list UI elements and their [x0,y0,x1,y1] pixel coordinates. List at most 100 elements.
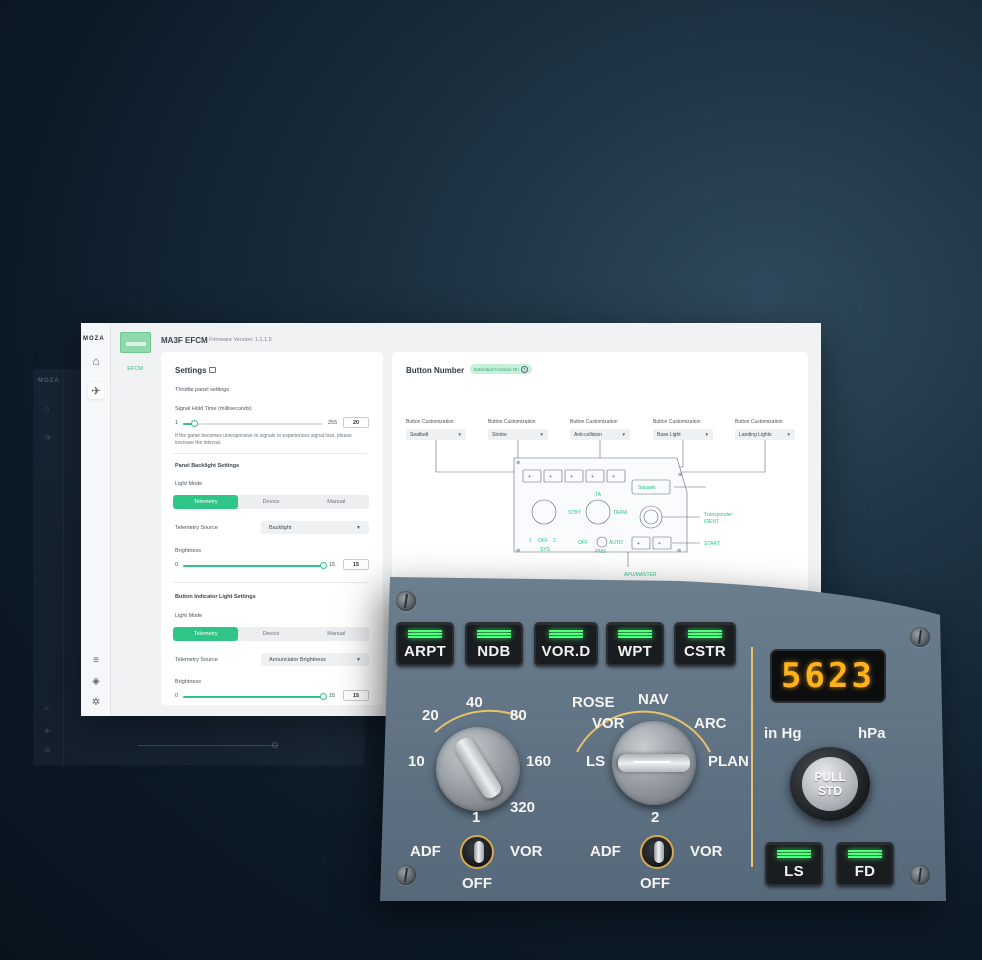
ndb-label: NDB [477,643,511,660]
indicator-mode-selector: Telemetry Device Manual [173,627,369,641]
signal-slider-knob[interactable] [190,420,198,427]
std-label: STD [818,784,842,798]
signal-min: 1 [175,420,179,426]
ta-label: TA [595,492,602,498]
wpt-button[interactable]: WPT [606,622,664,666]
range-20: 20 [422,707,439,724]
backlight-mode-label: Light Mode [175,481,203,487]
ghost-slider-knob [272,742,278,748]
switch1-number: 1 [472,809,481,826]
key-plus: + [637,541,640,547]
ls-button[interactable]: LS [765,842,823,886]
pull-label: PULL [814,770,846,784]
baro-knob[interactable]: PULL STD [790,747,870,821]
vord-label: VOR.D [541,643,591,660]
sys-label: SYS [540,547,551,553]
diagram-marker: ⊕ [678,472,682,478]
switch1-off: OFF [462,875,492,892]
device-thumbnail[interactable] [120,332,151,353]
signal-value-input[interactable]: 20 [343,417,369,428]
airplane-icon[interactable]: ✈ [88,383,104,399]
settings-title: Settings [175,366,207,375]
fd-button[interactable]: FD [836,842,894,886]
indicator-source-select[interactable]: Annunciator Brightness ▼ [261,653,369,666]
knob-pointer [618,754,690,772]
switch1-toggle[interactable] [460,835,494,869]
indicator-source-label: Telemetry Source [175,657,218,663]
mode-telemetry[interactable]: Telemetry [173,495,239,509]
diagram-marker: ⊕ [677,548,681,554]
tara-label: TA/RA [613,510,628,516]
indicator-value-input[interactable]: 15 [343,690,369,701]
backlight-slider-knob[interactable] [319,562,327,569]
switch2-vor: VOR [690,843,723,860]
backlight-source-select[interactable]: Backlight ▼ [261,521,369,534]
key-plus: + [658,541,661,547]
logo: MOZA [83,336,105,342]
info-icon [209,367,216,373]
pms-label: PMS [595,549,607,555]
device-column: EFCM [111,323,159,716]
pms-off: OFF [578,540,588,546]
mode-manual[interactable]: Manual [304,495,369,509]
switch2-off: OFF [640,875,670,892]
switch2-toggle[interactable] [640,835,674,869]
cstr-button[interactable]: CSTR [674,622,736,666]
mode-device[interactable]: Device [238,627,303,641]
signal-max: 255 [328,420,338,426]
divider [173,582,367,583]
backlight-mode-selector: Telemetry Device Manual [173,495,369,509]
divider [173,453,367,454]
home-icon: ⌂ [44,404,51,415]
vord-button[interactable]: VOR.D [534,622,598,666]
range-80: 80 [510,707,527,724]
mode-knob[interactable] [612,721,696,805]
ndb-button[interactable]: NDB [465,622,523,666]
indicator-slider-knob[interactable] [319,693,327,700]
indicator-brightness-label: Brightness [175,679,201,685]
range-320: 320 [510,799,536,816]
home-icon[interactable]: ⌂ [88,353,104,369]
mode-manual[interactable]: Manual [304,627,369,641]
pull-std-button[interactable]: PULL STD [802,757,858,811]
panel-diagram: ⊕ ⊕ ⊕ ⊕ + + + + + + + Squawk TA STBY TA/… [435,440,766,578]
arpt-button[interactable]: ARPT [396,622,454,666]
airplane-icon: ✈ [44,433,53,444]
sys-one: 1 [529,538,532,544]
mode-rose: ROSE [572,694,615,711]
mode-arc: ARC [694,715,727,732]
button-number-panel: Button Number Extended Function On ? But… [392,352,808,592]
switch2-number: 2 [651,809,660,826]
key-plus: + [612,474,615,480]
led-indicator [477,630,511,638]
gear-icon[interactable]: ✲ [89,695,103,709]
signal-slider-track[interactable] [183,423,323,425]
mode-ls: LS [586,753,606,770]
mode-device[interactable]: Device [238,495,303,509]
connector-line [435,440,518,482]
signal-hint: If the game becomes unresponsive to sign… [175,433,352,446]
screw [396,865,416,885]
range-40: 40 [466,694,483,711]
indicator-min: 0 [175,693,179,699]
mode-nav: NAV [638,691,669,708]
throttle-label: Throttle panel settings [175,387,230,393]
pms-auto: AUTO [609,540,623,546]
stby-label: STBY [568,510,582,516]
knob-pointer [452,734,504,802]
indicator-mode-label: Light Mode [175,613,203,619]
range-knob[interactable] [436,727,520,811]
cube-icon[interactable]: ◈ [89,674,103,688]
key-plus: + [591,474,594,480]
ls-label: LS [784,863,804,880]
backlight-source-label: Telemetry Source [175,525,218,531]
signal-hold-label: Signal Hold Time (milliseconds) [175,406,252,412]
mode-telemetry[interactable]: Telemetry [173,627,239,641]
backlight-value-input[interactable]: 15 [343,559,369,570]
ident-label: IDENT [704,519,719,525]
squawk-display: 5623 [770,649,886,703]
sliders-icon[interactable]: ≡ [89,653,103,667]
cstr-label: CSTR [683,643,727,660]
key-plus: + [528,474,531,480]
firmware-version: Firmware Version: 1.1.1.5 [209,337,272,343]
